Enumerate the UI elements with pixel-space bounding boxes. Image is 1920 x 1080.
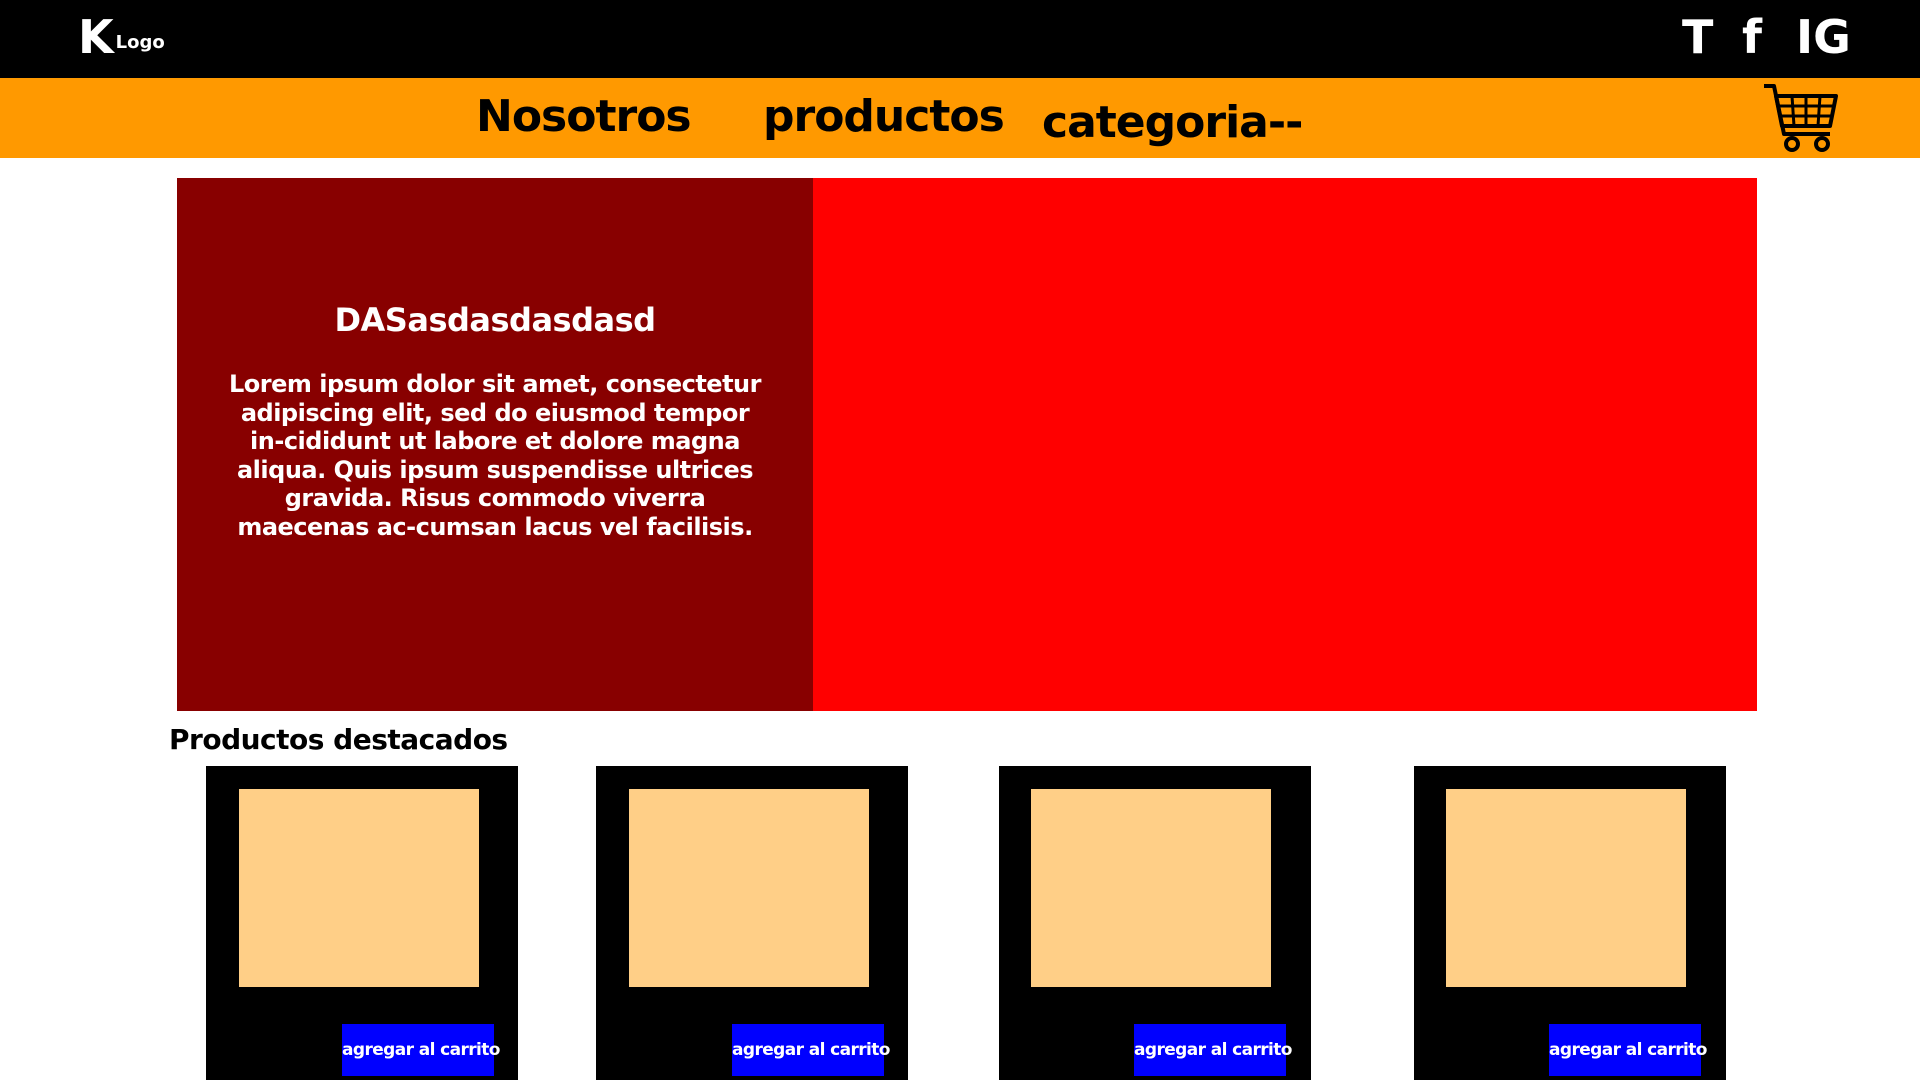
facebook-icon[interactable]: f bbox=[1742, 12, 1762, 62]
twitter-icon[interactable]: T bbox=[1682, 12, 1713, 62]
add-to-cart-button[interactable]: agregar al carrito bbox=[732, 1024, 890, 1076]
product-card[interactable]: agregar al carrito bbox=[596, 766, 908, 1080]
top-bar: K Logo T f IG bbox=[0, 0, 1920, 78]
hero-title: DASasdasdasdasd bbox=[334, 301, 656, 339]
nav-link-productos[interactable]: productos bbox=[763, 92, 1005, 142]
product-card[interactable]: agregar al carrito bbox=[1414, 766, 1726, 1080]
main-nav: Nosotros productos categoria-- bbox=[0, 78, 1920, 158]
instagram-icon[interactable]: IG bbox=[1796, 12, 1851, 62]
add-to-cart-button[interactable]: agregar al carrito bbox=[1549, 1024, 1707, 1076]
add-to-cart-button[interactable]: agregar al carrito bbox=[1134, 1024, 1292, 1076]
nav-link-nosotros[interactable]: Nosotros bbox=[476, 92, 692, 142]
hero-banner: DASasdasdasdasd Lorem ipsum dolor sit am… bbox=[177, 178, 1757, 711]
product-image[interactable] bbox=[1031, 789, 1271, 987]
hero-text-panel: DASasdasdasdasd Lorem ipsum dolor sit am… bbox=[177, 178, 813, 711]
shopping-cart-icon[interactable] bbox=[1762, 82, 1840, 154]
hero-description: Lorem ipsum dolor sit amet, consectetur … bbox=[229, 370, 761, 541]
featured-products-title: Productos destacados bbox=[169, 723, 508, 756]
product-image[interactable] bbox=[629, 789, 869, 987]
product-card[interactable]: agregar al carrito bbox=[206, 766, 518, 1080]
nav-link-categoria[interactable]: categoria-- bbox=[1042, 98, 1303, 148]
social-links: T f IG bbox=[0, 12, 1920, 62]
product-card[interactable]: agregar al carrito bbox=[999, 766, 1311, 1080]
add-to-cart-button[interactable]: agregar al carrito bbox=[342, 1024, 500, 1076]
product-image[interactable] bbox=[1446, 789, 1686, 987]
product-image[interactable] bbox=[239, 789, 479, 987]
